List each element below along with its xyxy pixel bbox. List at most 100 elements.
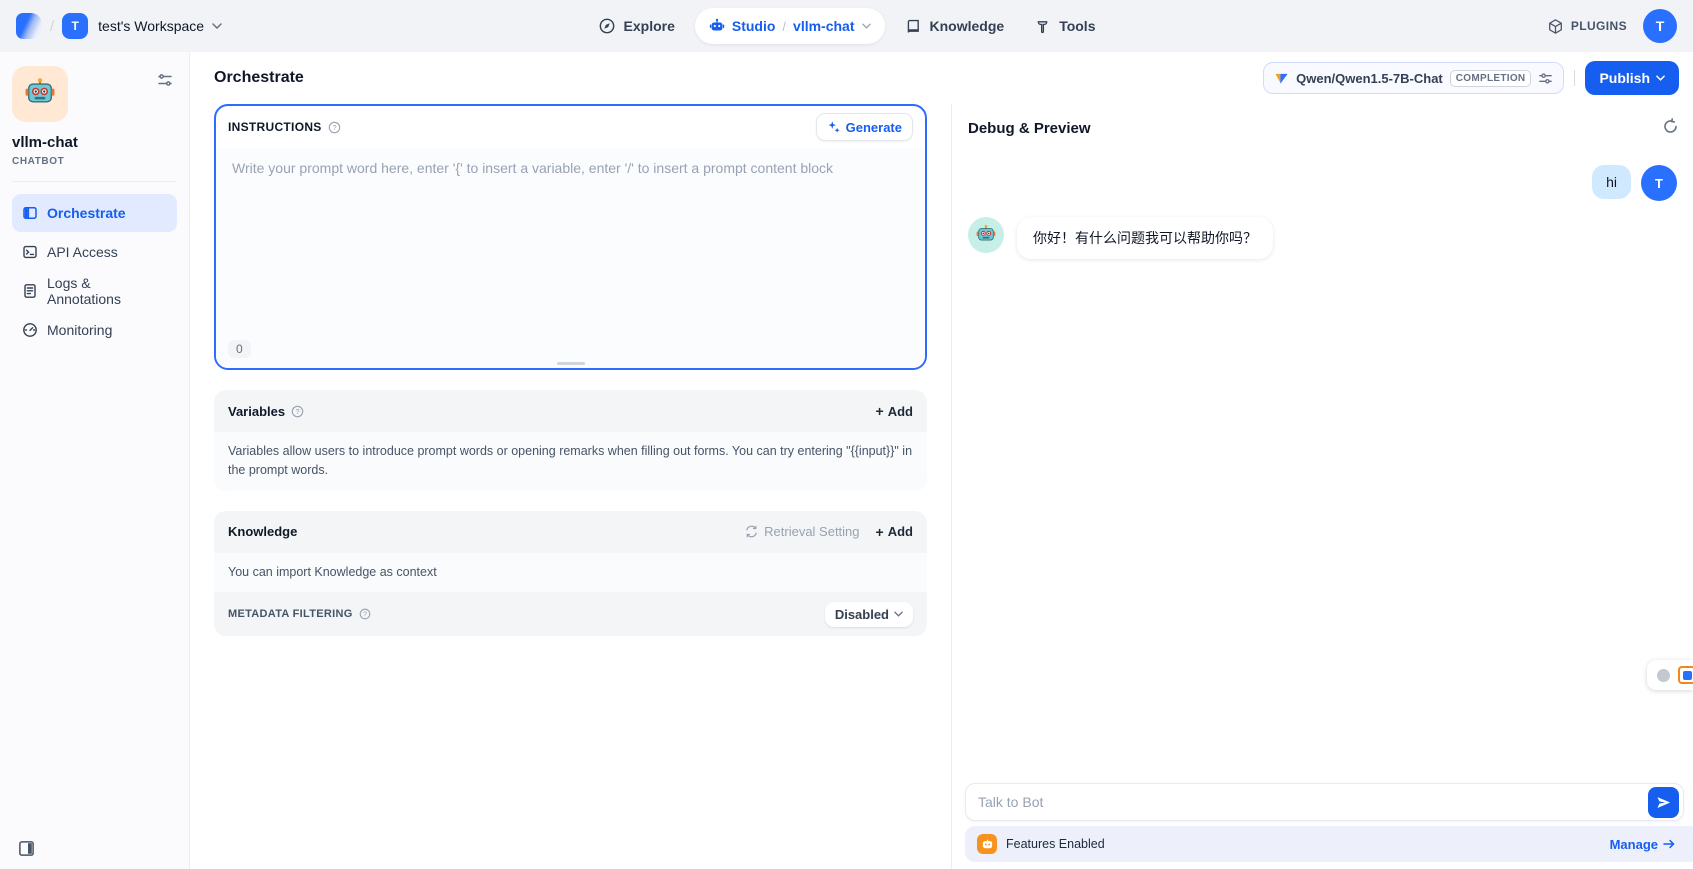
chat-input[interactable] [978, 794, 1641, 810]
add-variable-button[interactable]: + Add [876, 403, 913, 419]
topbar-left: / T test's Workspace [16, 13, 222, 39]
svg-text:?: ? [332, 122, 336, 131]
svg-text:?: ? [363, 611, 367, 618]
topbar: / T test's Workspace Explore Studio / vl… [0, 0, 1693, 52]
nav-studio-pill[interactable]: Studio / vllm-chat [695, 8, 885, 44]
compass-icon [598, 17, 616, 35]
page-header: Orchestrate Qwen/Qwen1.5-7B-Chat COMPLET… [190, 52, 1693, 104]
nav-separator: / [782, 19, 786, 34]
chat-message-user: hi T [968, 165, 1677, 201]
app-type-badge: CHATBOT [12, 156, 177, 167]
nav-explore[interactable]: Explore [588, 8, 685, 44]
nav-tools[interactable]: Tools [1024, 8, 1105, 44]
collapse-sidebar-icon[interactable] [18, 840, 35, 857]
add-label: Add [888, 524, 913, 539]
main-nav: Explore Studio / vllm-chat Knowledge [588, 0, 1106, 52]
user-message-bubble: hi [1592, 165, 1631, 199]
orchestrate-icon [22, 205, 38, 221]
generate-button[interactable]: Generate [816, 113, 913, 141]
help-icon[interactable]: ? [328, 121, 341, 134]
arrow-right-icon [1663, 839, 1675, 849]
resize-handle[interactable] [557, 362, 585, 365]
metadata-filtering-label: METADATA FILTERING [228, 608, 353, 620]
publish-label: Publish [1599, 70, 1650, 86]
model-selector[interactable]: Qwen/Qwen1.5-7B-Chat COMPLETION [1263, 62, 1564, 94]
publish-button[interactable]: Publish [1585, 61, 1679, 95]
model-name: Qwen/Qwen1.5-7B-Chat [1296, 71, 1443, 86]
generate-label: Generate [846, 120, 902, 135]
package-icon [1547, 18, 1564, 35]
send-button[interactable] [1648, 787, 1679, 818]
svg-text:?: ? [296, 406, 300, 415]
user-avatar: T [1641, 165, 1677, 201]
char-count-badge: 0 [228, 340, 251, 358]
nav-knowledge[interactable]: Knowledge [895, 8, 1015, 44]
plugins-label: PLUGINS [1571, 19, 1627, 33]
sidebar-divider [12, 181, 177, 182]
dify-logo[interactable] [16, 13, 42, 39]
orchestrate-config: INSTRUCTIONS ? Generate [190, 104, 951, 869]
debug-preview-title: Debug & Preview [952, 104, 1693, 143]
extension-dot-icon [1657, 669, 1670, 682]
knowledge-header: Knowledge Retrieval Setting + [214, 511, 927, 553]
instructions-body [216, 148, 925, 368]
instructions-header: INSTRUCTIONS ? Generate [216, 106, 925, 148]
nav-current-app: vllm-chat [793, 18, 854, 34]
debug-preview-panel: Debug & Preview hi T [951, 104, 1693, 869]
nav-knowledge-label: Knowledge [930, 18, 1005, 34]
help-icon[interactable]: ? [291, 405, 304, 418]
workspace-avatar[interactable]: T [62, 13, 88, 39]
instructions-panel: INSTRUCTIONS ? Generate [214, 104, 927, 370]
app-root: / T test's Workspace Explore Studio / vl… [0, 0, 1693, 869]
chat-messages: hi T [952, 143, 1693, 259]
variables-panel: Variables ? + Add Variables a [214, 390, 927, 491]
sidebar-item-orchestrate[interactable]: Orchestrate [12, 194, 177, 232]
sidebar-item-monitoring[interactable]: Monitoring [12, 311, 177, 349]
add-label: Add [888, 404, 913, 419]
robot-emoji-icon [975, 224, 997, 246]
user-avatar[interactable]: T [1643, 9, 1677, 43]
knowledge-description: You can import Knowledge as context [214, 553, 927, 592]
manage-features-link[interactable]: Manage [1610, 837, 1675, 852]
knowledge-title: Knowledge [228, 524, 297, 539]
browser-extension-widget[interactable] [1647, 660, 1693, 690]
extension-icon[interactable] [1678, 666, 1693, 684]
variables-actions: + Add [876, 403, 913, 419]
app-icon[interactable] [12, 66, 68, 122]
logs-icon [22, 283, 38, 299]
plus-icon: + [876, 524, 884, 540]
chat-input-container [965, 783, 1684, 821]
model-params-icon[interactable] [1538, 71, 1553, 86]
metadata-filtering-value: Disabled [835, 607, 889, 622]
app-sidebar: vllm-chat CHATBOT Orchestrate API Access [0, 52, 190, 869]
features-bar: Features Enabled Manage [965, 826, 1693, 862]
manage-label: Manage [1610, 837, 1658, 852]
chevron-down-icon[interactable] [212, 23, 222, 29]
model-mode-badge: COMPLETION [1450, 70, 1532, 87]
header-divider [1574, 70, 1575, 86]
vllm-logo-icon [1274, 71, 1289, 86]
retrieval-icon [745, 525, 758, 538]
restart-conversation-icon[interactable] [1662, 118, 1679, 135]
app-name: vllm-chat [12, 134, 177, 151]
instructions-title: INSTRUCTIONS [228, 120, 322, 134]
sidebar-item-label: Orchestrate [47, 205, 126, 221]
metadata-filtering-toggle[interactable]: Disabled [825, 602, 913, 627]
retrieval-setting-button[interactable]: Retrieval Setting [745, 524, 859, 539]
prompt-input[interactable] [216, 148, 925, 368]
help-icon[interactable]: ? [359, 608, 371, 620]
workspace-name[interactable]: test's Workspace [98, 18, 204, 34]
sidebar-item-logs-annotations[interactable]: Logs & Annotations [12, 272, 177, 310]
features-label: Features Enabled [1006, 837, 1105, 851]
metadata-filtering-row: METADATA FILTERING ? Disabled [214, 592, 927, 636]
body-row: INSTRUCTIONS ? Generate [190, 104, 1693, 869]
sidebar-item-api-access[interactable]: API Access [12, 233, 177, 271]
terminal-icon [22, 244, 38, 260]
hammer-icon [1034, 18, 1051, 35]
page-title: Orchestrate [214, 69, 304, 87]
add-knowledge-button[interactable]: + Add [876, 524, 913, 540]
app-settings-icon[interactable] [157, 72, 173, 88]
plugins-button[interactable]: PLUGINS [1547, 18, 1627, 35]
nav-studio-label: Studio [732, 18, 776, 34]
chevron-down-icon[interactable] [862, 23, 871, 29]
